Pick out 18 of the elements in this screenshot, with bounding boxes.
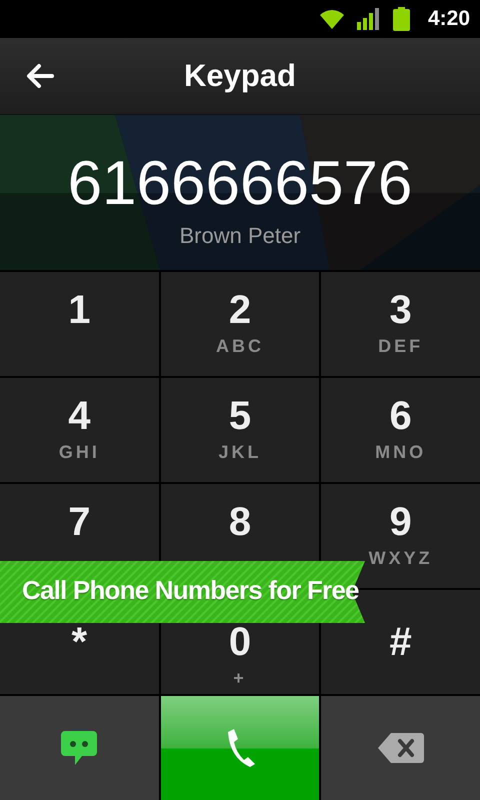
signal-icon (356, 8, 381, 30)
clock-time: 4:20 (428, 7, 470, 31)
contact-name: Brown Peter (179, 222, 301, 248)
battery-icon (392, 7, 410, 31)
keypad-key[interactable]: 2 ABC (160, 272, 320, 376)
dialed-number: 6166666576 (68, 152, 412, 214)
keypad-key[interactable]: 3 DEF (321, 272, 480, 376)
delete-button[interactable] (321, 696, 480, 800)
keypad-key[interactable]: 5 JKL (160, 378, 320, 482)
screen-title: Keypad (184, 58, 296, 94)
wifi-icon (318, 8, 345, 30)
keypad-key[interactable]: 1 (0, 272, 159, 376)
keypad-key[interactable]: 4 GHI (0, 378, 159, 482)
message-button[interactable] (0, 696, 159, 800)
chat-bubble-icon (60, 730, 98, 766)
backspace-icon (376, 732, 425, 764)
back-arrow-icon (26, 63, 54, 89)
keypad-key[interactable]: 6 MNO (321, 378, 480, 482)
